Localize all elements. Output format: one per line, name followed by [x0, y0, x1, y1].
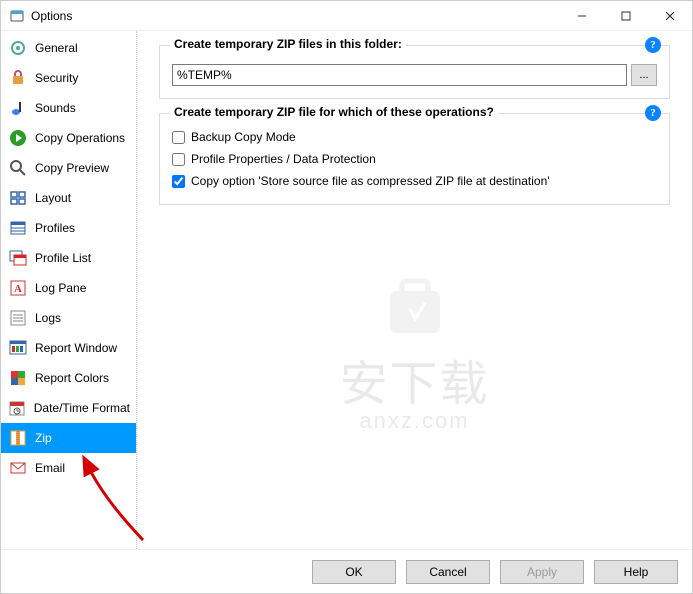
app-icon: [9, 8, 25, 24]
maximize-button[interactable]: [604, 1, 648, 30]
sidebar-item-label: Report Colors: [35, 371, 109, 385]
sidebar-item-profiles[interactable]: Profiles: [1, 213, 136, 243]
operation-checkbox-2[interactable]: [172, 175, 185, 188]
svg-text:A: A: [14, 283, 22, 295]
group-temp-folder: Create temporary ZIP files in this folde…: [159, 45, 670, 99]
check-row: Copy option 'Store source file as compre…: [172, 170, 657, 192]
copy-preview-icon: [7, 157, 29, 179]
sidebar-item-email[interactable]: Email: [1, 453, 136, 483]
sidebar-item-label: Zip: [35, 431, 52, 445]
sidebar-item-zip[interactable]: Zip: [1, 423, 136, 453]
watermark: 安下载 anxz.com: [339, 271, 489, 434]
sidebar-item-log-pane[interactable]: A Log Pane: [1, 273, 136, 303]
dialog-footer: OK Cancel Apply Help: [1, 549, 692, 593]
sidebar-item-label: Log Pane: [35, 281, 86, 295]
titlebar: Options: [1, 1, 692, 31]
sidebar-item-report-window[interactable]: Report Window: [1, 333, 136, 363]
sidebar-item-label: Profiles: [35, 221, 75, 235]
help-icon[interactable]: ?: [645, 37, 661, 53]
sidebar-item-label: Report Window: [35, 341, 117, 355]
report-colors-icon: [7, 367, 29, 389]
dialog-body: General Security Sounds Copy Operations Copy…: [1, 31, 692, 549]
sidebar-item-label: Layout: [35, 191, 71, 205]
security-icon: [7, 67, 29, 89]
sidebar-item-label: Email: [35, 461, 65, 475]
layout-icon: [7, 187, 29, 209]
operation-checkbox-1[interactable]: [172, 153, 185, 166]
sidebar-item-label: Security: [35, 71, 78, 85]
temp-folder-row: ...: [172, 64, 657, 86]
cancel-button[interactable]: Cancel: [406, 560, 490, 584]
profile-list-icon: [7, 247, 29, 269]
sidebar-item-profile-list[interactable]: Profile List: [1, 243, 136, 273]
ok-button[interactable]: OK: [312, 560, 396, 584]
zip-icon: [7, 427, 29, 449]
sidebar-item-label: Copy Preview: [35, 161, 109, 175]
group-operations: Create temporary ZIP file for which of t…: [159, 113, 670, 205]
logs-icon: [7, 307, 29, 329]
check-row: Profile Properties / Data Protection: [172, 148, 657, 170]
help-button[interactable]: Help: [594, 560, 678, 584]
sidebar-item-label: Copy Operations: [35, 131, 125, 145]
sidebar-item-logs[interactable]: Logs: [1, 303, 136, 333]
sidebar-item-date-time-format[interactable]: Date/Time Format: [1, 393, 136, 423]
operation-label: Backup Copy Mode: [191, 130, 296, 144]
sounds-icon: [7, 97, 29, 119]
options-sidebar: General Security Sounds Copy Operations Copy…: [1, 31, 137, 549]
window-title: Options: [31, 9, 560, 23]
operation-checkbox-0[interactable]: [172, 131, 185, 144]
sidebar-item-label: Logs: [35, 311, 61, 325]
report-window-icon: [7, 337, 29, 359]
group-temp-folder-title: Create temporary ZIP files in this folde…: [170, 37, 406, 51]
sidebar-item-general[interactable]: General: [1, 33, 136, 63]
content-panel: Create temporary ZIP files in this folde…: [137, 31, 692, 549]
sidebar-item-label: Profile List: [35, 251, 91, 265]
window-controls: [560, 1, 692, 30]
operation-label: Profile Properties / Data Protection: [191, 152, 376, 166]
profiles-icon: [7, 217, 29, 239]
sidebar-item-label: Date/Time Format: [34, 401, 130, 415]
operation-label: Copy option 'Store source file as compre…: [191, 174, 550, 188]
sidebar-item-copy-preview[interactable]: Copy Preview: [1, 153, 136, 183]
sidebar-item-label: Sounds: [35, 101, 76, 115]
sidebar-item-sounds[interactable]: Sounds: [1, 93, 136, 123]
close-button[interactable]: [648, 1, 692, 30]
date-time-format-icon: [7, 397, 28, 419]
check-row: Backup Copy Mode: [172, 126, 657, 148]
sidebar-item-copy-operations[interactable]: Copy Operations: [1, 123, 136, 153]
sidebar-item-report-colors[interactable]: Report Colors: [1, 363, 136, 393]
sidebar-item-layout[interactable]: Layout: [1, 183, 136, 213]
log-pane-icon: A: [7, 277, 29, 299]
apply-button[interactable]: Apply: [500, 560, 584, 584]
general-icon: [7, 37, 29, 59]
options-window: Options General Security Sounds Copy Operat…: [0, 0, 693, 594]
email-icon: [7, 457, 29, 479]
minimize-button[interactable]: [560, 1, 604, 30]
copy-operations-icon: [7, 127, 29, 149]
group-operations-title: Create temporary ZIP file for which of t…: [170, 105, 498, 119]
temp-folder-input[interactable]: [172, 64, 627, 86]
sidebar-item-security[interactable]: Security: [1, 63, 136, 93]
sidebar-item-label: General: [35, 41, 78, 55]
browse-button[interactable]: ...: [631, 64, 657, 86]
help-icon[interactable]: ?: [645, 105, 661, 121]
